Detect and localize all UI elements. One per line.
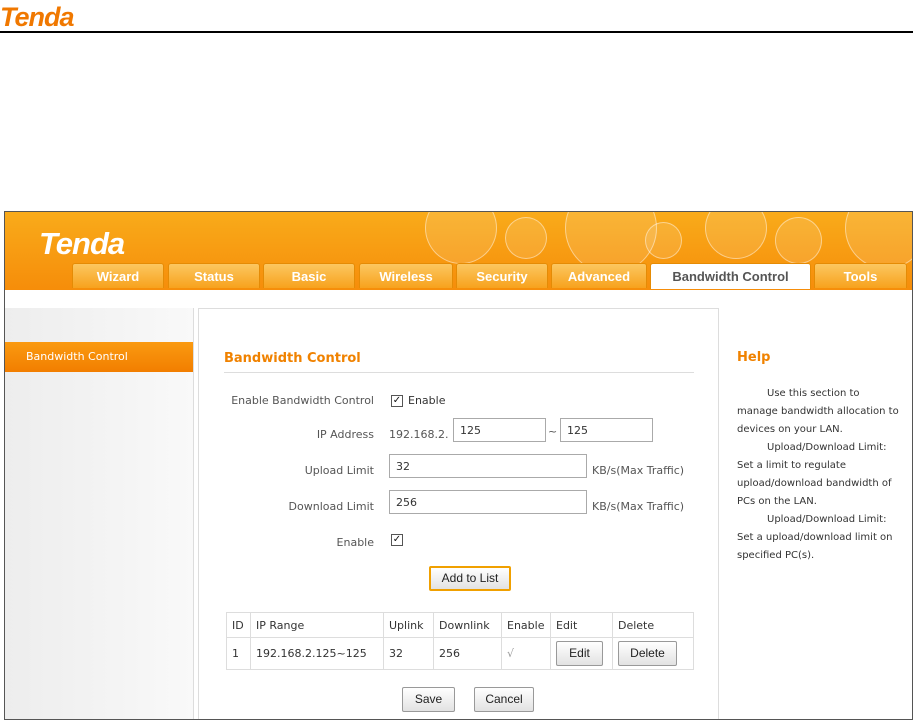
- cell-ip-range: 192.168.2.125~125: [250, 637, 384, 670]
- cell-enable: √: [501, 637, 551, 670]
- column-header-id: ID: [226, 612, 251, 638]
- tab-tools[interactable]: Tools: [814, 263, 907, 288]
- section-title: Bandwidth Control: [224, 351, 361, 366]
- edit-button[interactable]: Edit: [556, 641, 603, 666]
- ip-range-separator: ~: [548, 425, 558, 438]
- ip-address-label: IP Address: [316, 428, 374, 441]
- section-divider: [224, 372, 694, 373]
- bubble-decoration: [505, 217, 547, 259]
- enable-bandwidth-control-label: Enable Bandwidth Control: [231, 394, 374, 407]
- ip-prefix: 192.168.2.: [389, 428, 449, 441]
- help-panel: Help Use this section to manage bandwidt…: [718, 308, 912, 719]
- enable-label: Enable: [336, 536, 374, 549]
- upload-limit-unit: KB/s(Max Traffic): [592, 464, 685, 477]
- enable-bandwidth-control-text: Enable: [408, 394, 446, 407]
- cell-delete: Delete: [612, 637, 694, 670]
- help-title: Help: [737, 350, 771, 365]
- enable-checkbox[interactable]: ✓: [391, 534, 403, 546]
- tab-basic[interactable]: Basic: [263, 263, 355, 288]
- main-panel: Bandwidth Control Enable Bandwidth Contr…: [198, 308, 719, 719]
- bubble-decoration: [775, 217, 822, 264]
- upload-limit-label: Upload Limit: [304, 464, 374, 477]
- bubble-decoration: [645, 222, 682, 259]
- bubble-decoration: [425, 212, 497, 264]
- header-rule: [0, 31, 913, 33]
- ip-end-input[interactable]: [560, 418, 653, 442]
- column-header-uplink: Uplink: [383, 612, 434, 638]
- column-header-downlink: Downlink: [433, 612, 502, 638]
- table-row: 1 192.168.2.125~125 32 256 √ Edit Delete: [226, 637, 694, 670]
- column-header-delete: Delete: [612, 612, 694, 638]
- column-header-enable: Enable: [501, 612, 551, 638]
- main-tabs: Wizard Status Basic Wireless Security Ad…: [5, 263, 912, 289]
- rules-table: ID IP Range Uplink Downlink Enable Edit …: [226, 612, 694, 670]
- add-to-list-button[interactable]: Add to List: [429, 566, 511, 591]
- download-limit-label: Download Limit: [288, 500, 374, 513]
- bubble-decoration: [705, 212, 767, 259]
- tab-wizard[interactable]: Wizard: [72, 263, 164, 288]
- save-button[interactable]: Save: [402, 687, 455, 712]
- tab-status[interactable]: Status: [168, 263, 260, 288]
- ip-start-input[interactable]: [453, 418, 546, 442]
- download-limit-unit: KB/s(Max Traffic): [592, 500, 685, 513]
- download-limit-input[interactable]: [389, 490, 587, 514]
- cell-downlink: 256: [433, 637, 502, 670]
- column-header-ip-range: IP Range: [250, 612, 384, 638]
- help-paragraph: Use this section to manage bandwidth all…: [737, 388, 899, 435]
- tab-security[interactable]: Security: [456, 263, 548, 288]
- cancel-button[interactable]: Cancel: [474, 687, 534, 712]
- help-paragraph: Upload/Download Limit: Set a limit to re…: [737, 442, 892, 507]
- tenda-logo: Tenda: [0, 2, 75, 32]
- cell-uplink: 32: [383, 637, 434, 670]
- tab-advanced[interactable]: Advanced: [551, 263, 647, 288]
- upload-limit-input[interactable]: [389, 454, 587, 478]
- sidebar-item-bandwidth-control[interactable]: Bandwidth Control: [5, 342, 193, 372]
- help-paragraph: Upload/Download Limit: Set a upload/down…: [737, 514, 893, 561]
- help-text: Use this section to manage bandwidth all…: [737, 385, 902, 565]
- table-header-row: ID IP Range Uplink Downlink Enable Edit …: [226, 612, 694, 638]
- tab-bandwidth-control[interactable]: Bandwidth Control: [650, 263, 811, 289]
- delete-button[interactable]: Delete: [618, 641, 677, 666]
- top-banner: Tenda Wizard Status Basic Wireless Secur…: [5, 212, 912, 290]
- sidebar: Bandwidth Control: [5, 308, 194, 719]
- app-logo: Tenda: [39, 226, 125, 261]
- router-admin-window: Tenda Wizard Status Basic Wireless Secur…: [4, 211, 913, 720]
- bubble-decoration: [845, 212, 912, 269]
- tab-belt: [5, 290, 912, 293]
- cell-edit: Edit: [550, 637, 613, 670]
- enable-bandwidth-control-checkbox[interactable]: ✓: [391, 395, 403, 407]
- column-header-edit: Edit: [550, 612, 613, 638]
- document-header: Tenda: [0, 0, 913, 34]
- cell-id: 1: [226, 637, 251, 670]
- tab-wireless[interactable]: Wireless: [359, 263, 453, 288]
